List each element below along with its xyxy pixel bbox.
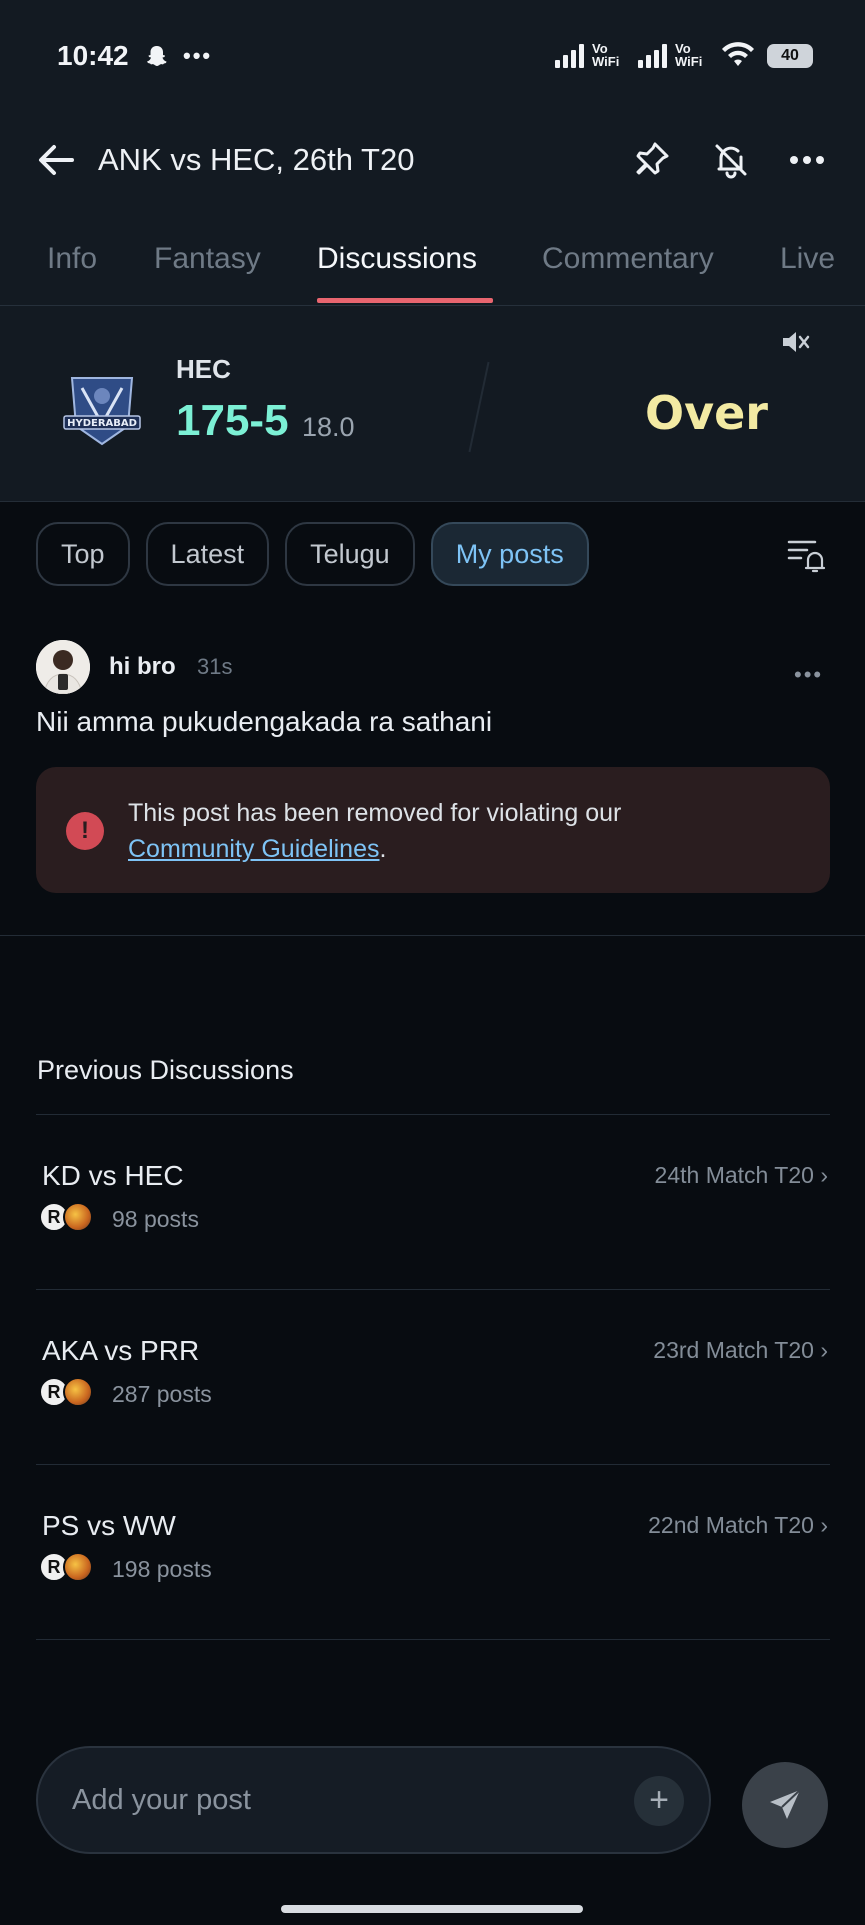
add-attachment-button[interactable]: + <box>634 1776 684 1826</box>
removed-notice-text: This post has been removed for violating… <box>128 795 621 867</box>
score-divider <box>468 361 490 453</box>
removed-message: This post has been removed for violating… <box>128 799 622 827</box>
status-right-icons: Vo WiFi Vo WiFi 40 <box>555 42 813 68</box>
vowifi-label-2: Vo WiFi <box>675 41 703 69</box>
tab-live[interactable]: Live <box>780 242 835 276</box>
discussion-title: AKA vs PRR <box>42 1335 200 1366</box>
filter-top[interactable]: Top <box>36 522 130 586</box>
tab-bar: Info Fantasy Discussions Commentary Live <box>0 240 865 304</box>
post-username[interactable]: hi bro <box>109 653 176 681</box>
list-divider <box>36 1289 830 1290</box>
tab-commentary[interactable]: Commentary <box>542 242 714 276</box>
team-score: 175-5 <box>176 396 289 445</box>
post-timestamp: 31s <box>197 654 233 679</box>
bell-off-icon <box>715 144 747 179</box>
notification-button[interactable] <box>708 137 754 183</box>
pin-icon <box>636 142 669 175</box>
status-bar: 10:42 ••• Vo WiFi Vo WiFi 40 <box>0 0 865 115</box>
post-text: Nii amma pukudengakada ra sathani <box>36 706 493 737</box>
more-options-button[interactable] <box>784 137 830 183</box>
discussion-post-count: 287 posts <box>112 1381 212 1407</box>
participant-avatars: R <box>39 1202 99 1234</box>
signal-icon <box>555 42 584 68</box>
discussion-post-count: 98 posts <box>112 1206 199 1232</box>
discussion-match: 23rd Match T20 › <box>653 1337 828 1363</box>
pin-button[interactable] <box>628 137 674 183</box>
community-guidelines-link[interactable]: Community Guidelines <box>128 835 380 863</box>
signal-icon-2 <box>638 42 667 68</box>
notification-filter-icon[interactable] <box>786 534 826 574</box>
filter-telugu[interactable]: Telugu <box>285 522 415 586</box>
battery-indicator: 40 <box>767 44 813 68</box>
status-left-icons: ••• <box>145 43 212 69</box>
more-vertical-icon <box>790 156 824 164</box>
participant-avatars: R <box>39 1377 99 1409</box>
tab-discussions[interactable]: Discussions <box>317 242 477 276</box>
list-divider <box>36 1639 830 1640</box>
active-tab-indicator <box>317 298 493 303</box>
discussion-match: 22nd Match T20 › <box>648 1512 828 1538</box>
tab-info[interactable]: Info <box>47 242 97 276</box>
status-time: 10:42 <box>57 40 129 71</box>
team-logo-text: HYDERABAD <box>67 418 137 429</box>
discussion-match: 24th Match T20 › <box>654 1162 828 1188</box>
post-composer: + <box>36 1746 711 1854</box>
removed-notice: ! This post has been removed for violati… <box>36 767 830 893</box>
send-button[interactable] <box>742 1762 828 1848</box>
avatar-sun-icon <box>63 1377 93 1407</box>
removed-period: . <box>379 835 387 863</box>
user-photo <box>36 640 90 694</box>
app-header: ANK vs HEC, 26th T20 Info Fantasy Discus… <box>0 115 865 305</box>
list-divider <box>36 1464 830 1465</box>
mute-icon[interactable] <box>779 326 811 358</box>
discussion-post-count: 198 posts <box>112 1556 212 1582</box>
score-card[interactable]: HYDERABAD HEC 175-5 18.0 Over <box>0 306 865 501</box>
match-title: ANK vs HEC, 26th T20 <box>98 142 415 177</box>
team-name: HEC <box>176 354 231 384</box>
discussion-title: PS vs WW <box>42 1510 176 1541</box>
discussion-item[interactable]: KD vs HEC 24th Match T20 › R 98 posts <box>36 1160 830 1290</box>
team-logo: HYDERABAD <box>63 377 141 446</box>
score-card-divider <box>0 501 865 502</box>
alert-icon: ! <box>66 812 104 850</box>
section-divider <box>36 1114 830 1115</box>
participant-avatars: R <box>39 1552 99 1584</box>
home-indicator <box>281 1905 583 1913</box>
send-icon <box>770 1789 801 1819</box>
avatar-sun-icon <box>63 1202 93 1232</box>
more-dots-icon: ••• <box>183 43 213 68</box>
filter-chips: Top Latest Telugu My posts <box>36 522 589 586</box>
post-divider <box>0 935 865 936</box>
team-overs: 18.0 <box>302 412 355 442</box>
wifi-icon <box>722 42 754 66</box>
match-status: Over <box>645 386 768 440</box>
discussion-item[interactable]: PS vs WW 22nd Match T20 › R 198 posts <box>36 1510 830 1640</box>
filter-my-posts[interactable]: My posts <box>430 522 589 586</box>
filter-latest[interactable]: Latest <box>145 522 270 586</box>
avatar[interactable] <box>36 640 90 694</box>
post-more-icon[interactable]: ••• <box>794 662 823 688</box>
vowifi-label: Vo WiFi <box>592 41 620 69</box>
previous-discussions-title: Previous Discussions <box>37 1055 294 1085</box>
tab-fantasy[interactable]: Fantasy <box>154 242 261 276</box>
snapchat-ghost-icon <box>147 46 167 66</box>
discussion-title: KD vs HEC <box>42 1160 184 1191</box>
discussion-item[interactable]: AKA vs PRR 23rd Match T20 › R 287 posts <box>36 1335 830 1465</box>
back-arrow-icon[interactable] <box>34 138 78 182</box>
avatar-sun-icon <box>63 1552 93 1582</box>
add-post-input[interactable] <box>72 1778 612 1822</box>
